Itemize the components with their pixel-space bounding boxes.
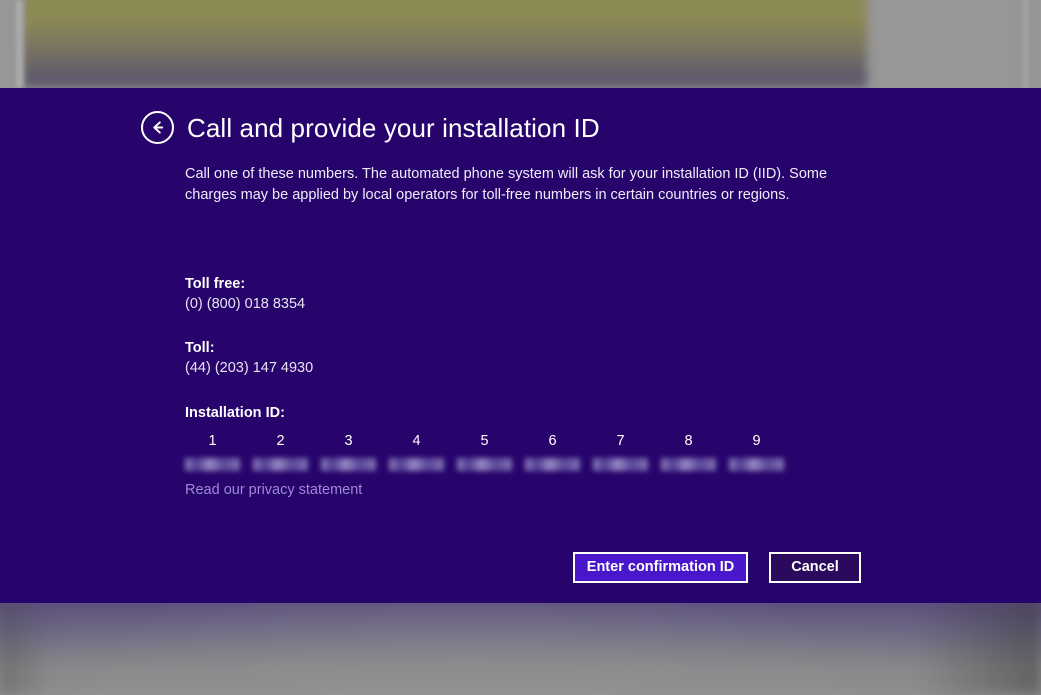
cancel-button[interactable]: Cancel [769,552,861,583]
back-arrow-circle-icon[interactable] [141,111,174,144]
privacy-statement-link[interactable]: Read our privacy statement [185,481,362,499]
installation-id-digit-group [457,458,512,471]
installation-id-column-index: 4 [412,433,421,449]
installation-id-column-index: 5 [480,433,489,449]
toll-number: (44) (203) 147 4930 [185,360,314,376]
installation-id-column: 6 [525,433,580,471]
dialog-content: Call one of these numbers. The automated… [185,164,885,475]
installation-id-digit-group [389,458,444,471]
toll-free-label: Toll free: [185,276,246,292]
dialog-button-row: Enter confirmation ID Cancel [573,552,861,583]
installation-id-label: Installation ID: [185,405,285,421]
dialog-header: Call and provide your installation ID [141,111,600,144]
installation-id-column: 8 [661,433,716,471]
installation-id-column-index: 9 [752,433,761,449]
screen: Call and provide your installation ID Ca… [0,0,1041,695]
installation-id-column: 4 [389,433,444,471]
enter-confirmation-id-button[interactable]: Enter confirmation ID [573,552,748,583]
backdrop-window-right-edge [1018,0,1032,88]
backdrop-blurred-window [22,0,867,88]
installation-id-column: 2 [253,433,308,471]
installation-id-digit-group [253,458,308,471]
installation-id-column-index: 1 [208,433,217,449]
installation-id-grid: 1 2 3 4 5 6 7 8 9 [185,433,795,475]
installation-id-column: 9 [729,433,784,471]
installation-id-column: 1 [185,433,240,471]
installation-id-column: 7 [593,433,648,471]
installation-id-column: 5 [457,433,512,471]
installation-id-column-index: 8 [684,433,693,449]
installation-id-column-index: 6 [548,433,557,449]
installation-id-block: Installation ID: 1 2 3 4 5 6 7 8 9 [185,403,885,475]
toll-block: Toll: (44) (203) 147 4930 [185,338,885,378]
installation-id-digit-group [661,458,716,471]
activation-dialog: Call and provide your installation ID Ca… [0,88,1041,603]
backdrop-window-left-edge [14,0,24,88]
toll-free-block: Toll free: (0) (800) 018 8354 [185,274,885,314]
installation-id-column: 3 [321,433,376,471]
installation-id-column-index: 3 [344,433,353,449]
installation-id-column-index: 2 [276,433,285,449]
toll-label: Toll: [185,340,215,356]
installation-id-digit-group [593,458,648,471]
installation-id-digit-group [729,458,784,471]
installation-id-digit-group [185,458,240,471]
page-title: Call and provide your installation ID [187,112,600,143]
installation-id-digit-group [321,458,376,471]
installation-id-column-index: 7 [616,433,625,449]
intro-text: Call one of these numbers. The automated… [185,166,828,203]
backdrop-bottom-vignette [0,600,1041,695]
toll-free-number: (0) (800) 018 8354 [185,296,306,312]
installation-id-digit-group [525,458,580,471]
